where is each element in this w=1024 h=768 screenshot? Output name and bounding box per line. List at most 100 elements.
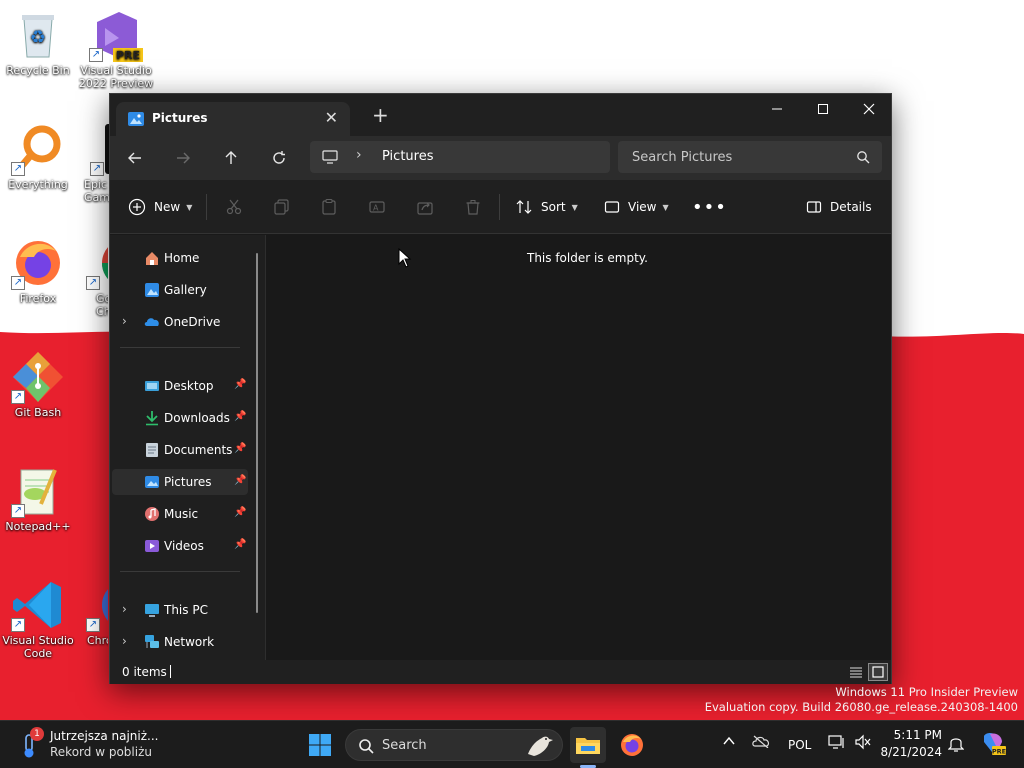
sidebar-item-desktop[interactable]: Desktop 📌 bbox=[112, 373, 248, 399]
start-button[interactable] bbox=[302, 727, 338, 763]
sidebar-item-label: Gallery bbox=[164, 283, 207, 297]
back-button[interactable] bbox=[122, 146, 148, 170]
forward-button[interactable] bbox=[170, 146, 196, 170]
desktop-icon-epic-games[interactable]: E ↗ Epic Games Launcher bbox=[78, 122, 110, 204]
firefox-icon: ↗ bbox=[11, 236, 65, 290]
maximize-icon bbox=[818, 104, 828, 114]
pin-icon[interactable]: 📌 bbox=[234, 539, 246, 550]
firefox-icon bbox=[621, 734, 643, 756]
sidebar-item-network[interactable]: › Network bbox=[112, 629, 248, 655]
sidebar-item-pictures[interactable]: Pictures 📌 bbox=[112, 469, 248, 495]
chevron-right-icon: › bbox=[356, 147, 362, 163]
see-more-button[interactable]: ••• bbox=[692, 195, 727, 219]
sidebar-item-documents[interactable]: Documents 📌 bbox=[112, 437, 248, 463]
pin-icon[interactable]: 📌 bbox=[234, 443, 246, 454]
videos-icon bbox=[145, 540, 159, 552]
breadcrumb-pictures[interactable]: Pictures bbox=[382, 149, 433, 164]
new-tab-button[interactable]: + bbox=[372, 105, 389, 125]
tab-pictures[interactable]: Pictures ✕ bbox=[116, 102, 350, 136]
input-language-indicator[interactable]: POL bbox=[788, 738, 811, 752]
shortcut-arrow-icon: ↗ bbox=[11, 276, 25, 290]
copilot-button[interactable]: PRE bbox=[980, 730, 1006, 759]
taskbar-search-box[interactable]: Search bbox=[345, 729, 563, 761]
up-button[interactable] bbox=[218, 146, 244, 170]
desktop-icon-notepad-plus-plus[interactable]: ↗ Notepad++ bbox=[0, 464, 76, 533]
details-pane-button[interactable]: Details bbox=[806, 195, 872, 219]
refresh-button[interactable] bbox=[266, 146, 292, 170]
file-explorer-taskbar-button[interactable] bbox=[570, 727, 606, 763]
downloads-icon bbox=[146, 411, 158, 426]
cut-button[interactable] bbox=[226, 195, 242, 219]
sidebar-item-home[interactable]: Home bbox=[112, 245, 248, 271]
minimize-button[interactable] bbox=[754, 94, 800, 124]
cut-icon bbox=[226, 199, 242, 215]
firefox-taskbar-button[interactable] bbox=[614, 727, 650, 763]
paste-button[interactable] bbox=[321, 195, 337, 219]
sidebar-item-onedrive[interactable]: › OneDrive bbox=[112, 309, 248, 335]
chevron-right-icon[interactable]: › bbox=[122, 602, 127, 616]
desktop-icon-everything[interactable]: ↗ Everything bbox=[0, 122, 76, 191]
desktop-icon-chrome[interactable]: ↗ Chrome bbox=[84, 578, 108, 647]
desktop-icon-label: Git Bash bbox=[14, 406, 62, 419]
network-tray-button[interactable] bbox=[828, 734, 846, 753]
maximize-button[interactable] bbox=[800, 94, 846, 124]
toolbar-divider bbox=[206, 194, 207, 220]
svg-text:♻: ♻ bbox=[30, 27, 46, 48]
onedrive-tray-button[interactable] bbox=[752, 734, 770, 751]
search-icon[interactable] bbox=[856, 150, 870, 164]
file-list-area[interactable]: This folder is empty. bbox=[267, 235, 891, 660]
command-bar: New ▼ A Sort ▼ View ▼ ••• Details bbox=[110, 180, 891, 234]
desktop-icon-visual-studio-preview[interactable]: PRE ↗ Visual Studio 2022 Preview bbox=[78, 8, 154, 90]
desktop-icon-recycle-bin[interactable]: ♻ Recycle Bin bbox=[0, 8, 76, 77]
sidebar-item-videos[interactable]: Videos 📌 bbox=[112, 533, 248, 559]
notifications-button[interactable] bbox=[947, 734, 965, 755]
sidebar-item-gallery[interactable]: Gallery bbox=[112, 277, 248, 303]
status-separator bbox=[170, 665, 171, 678]
search-input[interactable] bbox=[618, 141, 882, 173]
show-hidden-icons-button[interactable] bbox=[722, 734, 736, 751]
sidebar-item-downloads[interactable]: Downloads 📌 bbox=[112, 405, 248, 431]
pin-icon[interactable]: 📌 bbox=[234, 411, 246, 422]
new-button[interactable]: New ▼ bbox=[128, 195, 192, 219]
delete-button[interactable] bbox=[465, 195, 481, 219]
view-button[interactable]: View ▼ bbox=[604, 195, 669, 219]
large-icons-view-toggle[interactable] bbox=[868, 663, 888, 681]
desktop-folder-icon bbox=[145, 381, 159, 391]
item-count: 0 items bbox=[122, 665, 167, 679]
shortcut-arrow-icon: ↗ bbox=[90, 162, 104, 176]
close-window-button[interactable] bbox=[846, 94, 892, 124]
empty-folder-message: This folder is empty. bbox=[527, 251, 648, 265]
rename-button[interactable]: A bbox=[369, 195, 385, 219]
chevron-right-icon[interactable]: › bbox=[122, 314, 127, 328]
title-bar: Pictures ✕ + bbox=[110, 94, 891, 136]
sidebar-item-this-pc[interactable]: › This PC bbox=[112, 597, 248, 623]
chevron-right-icon[interactable]: › bbox=[122, 634, 127, 648]
desktop-icon-visual-studio-code[interactable]: ↗ Visual Studio Code bbox=[0, 578, 76, 660]
sidebar-divider bbox=[120, 347, 240, 348]
sort-button[interactable]: Sort ▼ bbox=[515, 195, 578, 219]
copy-button[interactable] bbox=[274, 195, 290, 219]
chevron-down-icon: ▼ bbox=[571, 202, 578, 212]
documents-icon bbox=[146, 443, 158, 457]
sidebar-item-label: This PC bbox=[164, 603, 208, 617]
volume-tray-button[interactable] bbox=[854, 734, 872, 753]
taskbar: 1 Jutrzejsza najniż... Rekord w pobliżu … bbox=[0, 720, 1024, 768]
desktop-icon-google-chrome[interactable]: ↗ Google Chrome bbox=[84, 236, 108, 318]
sidebar-item-music[interactable]: Music 📌 bbox=[112, 501, 248, 527]
desktop-icon-firefox[interactable]: ↗ Firefox bbox=[0, 236, 76, 305]
system-clock[interactable]: 5:11 PM 8/21/2024 bbox=[880, 727, 942, 761]
sidebar-scrollbar[interactable] bbox=[256, 253, 258, 613]
desktop-icon-git-bash[interactable]: ↗ Git Bash bbox=[0, 350, 76, 419]
svg-text:PRE: PRE bbox=[992, 748, 1006, 756]
share-button[interactable] bbox=[417, 195, 433, 219]
pin-icon[interactable]: 📌 bbox=[234, 507, 246, 518]
address-bar[interactable]: › Pictures bbox=[310, 141, 610, 173]
weather-widget[interactable]: 1 Jutrzejsza najniż... Rekord w pobliżu bbox=[12, 727, 172, 763]
details-view-toggle[interactable] bbox=[846, 663, 866, 681]
bell-icon bbox=[947, 738, 965, 752]
pin-icon[interactable]: 📌 bbox=[234, 379, 246, 390]
pin-icon[interactable]: 📌 bbox=[234, 475, 246, 486]
close-tab-icon[interactable]: ✕ bbox=[325, 108, 338, 127]
sidebar-item-label: Network bbox=[164, 635, 215, 649]
volume-muted-icon bbox=[855, 734, 871, 750]
